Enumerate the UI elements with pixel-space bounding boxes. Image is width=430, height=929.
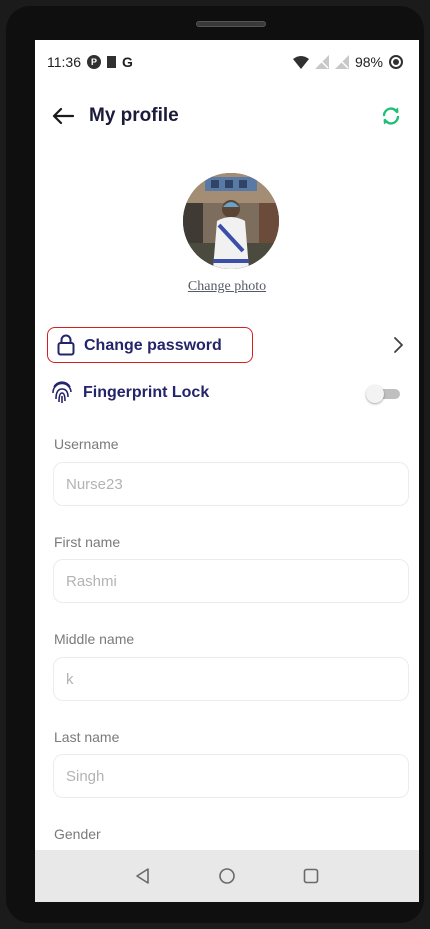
nav-back-icon[interactable] bbox=[133, 866, 153, 886]
page-title: My profile bbox=[89, 105, 179, 126]
status-bar: 11:36 P G 98% bbox=[35, 40, 419, 84]
battery-saver-icon bbox=[389, 55, 403, 69]
app-header: My profile bbox=[35, 96, 419, 136]
gender-label: Gender bbox=[54, 826, 101, 842]
middle-name-field[interactable] bbox=[53, 657, 409, 701]
back-button[interactable] bbox=[49, 102, 77, 130]
square-icon bbox=[107, 56, 116, 68]
lock-icon bbox=[57, 334, 75, 356]
change-photo-link[interactable]: Change photo bbox=[35, 279, 419, 295]
last-name-field[interactable] bbox=[53, 754, 409, 798]
fingerprint-icon bbox=[52, 381, 72, 403]
last-name-label: Last name bbox=[54, 729, 120, 745]
fingerprint-lock-toggle[interactable] bbox=[366, 385, 402, 403]
username-field[interactable] bbox=[53, 462, 409, 506]
battery-percent: 98% bbox=[354, 54, 383, 70]
profile-photo bbox=[183, 173, 279, 269]
p-icon: P bbox=[87, 55, 101, 69]
speaker-grille bbox=[196, 21, 266, 27]
sync-button[interactable] bbox=[377, 102, 405, 130]
nav-home-icon[interactable] bbox=[217, 866, 237, 886]
phone-frame: 11:36 P G 98% My profile Change photo Ch… bbox=[6, 6, 424, 923]
arrow-left-icon bbox=[52, 107, 74, 125]
fingerprint-lock-label: Fingerprint Lock bbox=[83, 384, 210, 401]
app-screen: 11:36 P G 98% My profile Change photo Ch… bbox=[35, 40, 419, 902]
system-navigation-bar bbox=[35, 850, 419, 902]
middle-name-label: Middle name bbox=[54, 631, 135, 647]
signal-off-icon bbox=[314, 55, 329, 69]
signal-off-icon-2 bbox=[334, 55, 349, 69]
first-name-label: First name bbox=[54, 534, 121, 550]
nav-recents-icon[interactable] bbox=[301, 866, 321, 886]
username-label: Username bbox=[54, 436, 119, 452]
change-password-label: Change password bbox=[84, 337, 222, 354]
status-left: 11:36 P G bbox=[47, 54, 133, 70]
sync-icon bbox=[382, 107, 400, 125]
change-password-row[interactable]: Change password bbox=[47, 327, 253, 363]
first-name-field[interactable] bbox=[53, 559, 409, 603]
status-right: 98% bbox=[292, 54, 403, 70]
chevron-right-icon[interactable] bbox=[391, 336, 405, 354]
profile-avatar[interactable] bbox=[183, 173, 279, 269]
google-g-icon: G bbox=[122, 54, 133, 70]
toggle-thumb bbox=[366, 385, 384, 403]
fingerprint-lock-row: Fingerprint Lock bbox=[47, 378, 377, 408]
status-time: 11:36 bbox=[47, 54, 81, 70]
wifi-icon bbox=[292, 55, 309, 69]
